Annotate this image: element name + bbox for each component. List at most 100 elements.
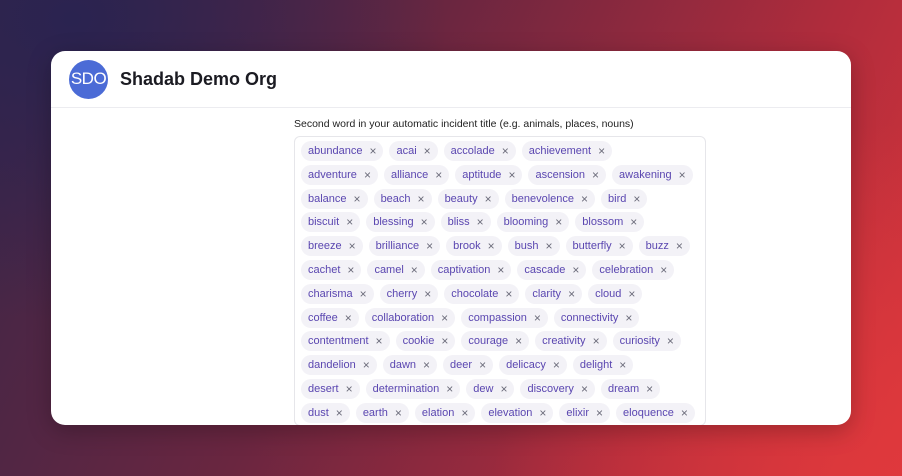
word-chip[interactable]: cascade × [517,259,587,280]
remove-chip-icon[interactable]: × [555,216,562,228]
remove-chip-icon[interactable]: × [592,169,599,181]
word-chip[interactable]: camel × [367,259,425,280]
remove-chip-icon[interactable]: × [633,193,640,205]
word-chip[interactable]: contentment × [301,331,390,352]
remove-chip-icon[interactable]: × [630,216,637,228]
remove-chip-icon[interactable]: × [364,169,371,181]
word-chip[interactable]: breeze × [301,236,363,257]
remove-chip-icon[interactable]: × [581,383,588,395]
word-chip[interactable]: buzz × [638,236,690,257]
remove-chip-icon[interactable]: × [546,240,553,252]
word-chip[interactable]: ascension × [528,164,607,185]
remove-chip-icon[interactable]: × [572,264,579,276]
remove-chip-icon[interactable]: × [346,216,353,228]
word-chip[interactable]: courage × [461,331,530,352]
remove-chip-icon[interactable]: × [346,383,353,395]
remove-chip-icon[interactable]: × [441,335,448,347]
remove-chip-icon[interactable]: × [646,383,653,395]
word-chip[interactable]: collaboration × [364,307,456,328]
remove-chip-icon[interactable]: × [424,145,431,157]
remove-chip-icon[interactable]: × [500,383,507,395]
remove-chip-icon[interactable]: × [347,264,354,276]
remove-chip-icon[interactable]: × [539,407,546,419]
word-chip[interactable]: elixir × [559,402,611,423]
remove-chip-icon[interactable]: × [369,145,376,157]
word-chip[interactable]: cookie × [395,331,456,352]
word-chip[interactable]: acai × [389,141,438,161]
word-chip[interactable]: abundance × [301,141,384,161]
remove-chip-icon[interactable]: × [426,240,433,252]
word-chip[interactable]: celebration × [592,259,675,280]
remove-chip-icon[interactable]: × [568,288,575,300]
remove-chip-icon[interactable]: × [598,145,605,157]
word-chip[interactable]: curiosity × [612,331,681,352]
word-chip[interactable]: achievement × [521,141,613,161]
word-chip[interactable]: chocolate × [444,283,520,304]
word-chip[interactable]: aptitude × [455,164,523,185]
word-chip[interactable]: blessing × [366,212,435,233]
remove-chip-icon[interactable]: × [679,169,686,181]
remove-chip-icon[interactable]: × [596,407,603,419]
word-chip[interactable]: blooming × [496,212,570,233]
word-chip[interactable]: alliance × [383,164,450,185]
word-chip[interactable]: blossom × [575,212,645,233]
remove-chip-icon[interactable]: × [363,359,370,371]
remove-chip-icon[interactable]: × [676,240,683,252]
remove-chip-icon[interactable]: × [619,359,626,371]
word-chip[interactable]: elation × [414,402,476,423]
word-chip[interactable]: desert × [301,378,360,399]
word-chip-input[interactable]: abundance × acai × accolade × achievement × adve… [294,136,706,425]
word-chip[interactable]: charisma × [301,283,374,304]
remove-chip-icon[interactable]: × [376,335,383,347]
word-chip[interactable]: dream × [600,378,661,399]
remove-chip-icon[interactable]: × [411,264,418,276]
word-chip[interactable]: eloquence × [616,402,695,423]
word-chip[interactable]: delight × [572,355,634,376]
remove-chip-icon[interactable]: × [581,193,588,205]
word-chip[interactable]: delicacy × [499,355,567,376]
remove-chip-icon[interactable]: × [354,193,361,205]
word-chip[interactable]: creativity × [535,331,607,352]
word-chip[interactable]: discovery × [520,378,595,399]
remove-chip-icon[interactable]: × [418,193,425,205]
word-chip[interactable]: deer × [443,355,494,376]
word-chip[interactable]: bird × [601,188,648,209]
remove-chip-icon[interactable]: × [345,312,352,324]
remove-chip-icon[interactable]: × [660,264,667,276]
word-chip[interactable]: dust × [301,402,350,423]
word-chip[interactable]: butterfly × [565,236,633,257]
word-chip[interactable]: determination × [365,378,461,399]
word-chip[interactable]: brook × [446,236,502,257]
remove-chip-icon[interactable]: × [446,383,453,395]
word-chip[interactable]: adventure × [301,164,378,185]
remove-chip-icon[interactable]: × [461,407,468,419]
word-chip[interactable]: beauty × [437,188,499,209]
remove-chip-icon[interactable]: × [485,193,492,205]
remove-chip-icon[interactable]: × [681,407,688,419]
word-chip[interactable]: bush × [507,236,560,257]
remove-chip-icon[interactable]: × [360,288,367,300]
word-chip[interactable]: cachet × [301,259,362,280]
remove-chip-icon[interactable]: × [395,407,402,419]
word-chip[interactable]: captivation × [430,259,512,280]
word-chip[interactable]: dawn × [382,355,438,376]
word-chip[interactable]: benevolence × [504,188,596,209]
remove-chip-icon[interactable]: × [441,312,448,324]
word-chip[interactable]: elevation × [481,402,554,423]
word-chip[interactable]: earth × [355,402,409,423]
word-chip[interactable]: connectivity × [553,307,640,328]
word-chip[interactable]: accolade × [443,141,516,161]
remove-chip-icon[interactable]: × [336,407,343,419]
remove-chip-icon[interactable]: × [534,312,541,324]
word-chip[interactable]: bliss × [440,212,491,233]
remove-chip-icon[interactable]: × [505,288,512,300]
remove-chip-icon[interactable]: × [593,335,600,347]
remove-chip-icon[interactable]: × [619,240,626,252]
remove-chip-icon[interactable]: × [625,312,632,324]
remove-chip-icon[interactable]: × [421,216,428,228]
remove-chip-icon[interactable]: × [423,359,430,371]
remove-chip-icon[interactable]: × [667,335,674,347]
remove-chip-icon[interactable]: × [479,359,486,371]
word-chip[interactable]: balance × [301,188,368,209]
word-chip[interactable]: clarity × [525,283,583,304]
